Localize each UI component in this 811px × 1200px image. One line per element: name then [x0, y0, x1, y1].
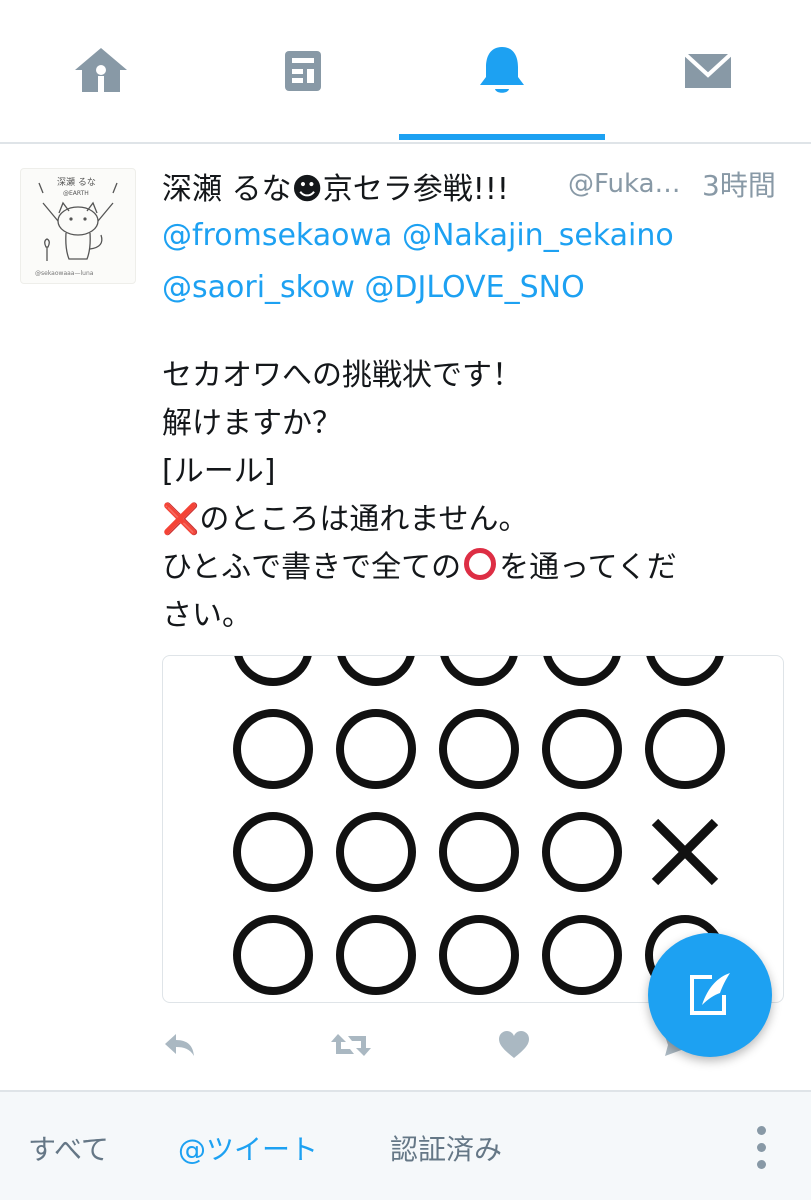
filter-all[interactable]: すべて — [28, 1128, 109, 1168]
compose-tweet-icon — [690, 973, 730, 1015]
svg-text:@EARTH: @EARTH — [63, 190, 89, 197]
mention-link[interactable]: @fromsekaowa — [162, 218, 392, 253]
tweet-text-segment: を通ってくだ — [499, 550, 677, 585]
mention-link[interactable]: @DJLOVE_SNO — [364, 270, 584, 305]
more-vertical-icon[interactable] — [754, 1126, 770, 1170]
tab-home[interactable] — [0, 0, 202, 142]
open-circle — [336, 709, 416, 789]
tweet-text-line: さい。 — [162, 598, 252, 633]
open-circle — [336, 915, 416, 995]
open-circle — [542, 812, 622, 892]
mention-link[interactable]: @saori_skow — [162, 270, 355, 305]
tweet-text-segment: ひとふで書きで全ての — [162, 550, 462, 585]
open-circle — [646, 656, 724, 686]
open-circle — [542, 915, 622, 995]
open-circle — [439, 709, 519, 789]
notifications-screen: 深瀬 るな @EARTH @sekaowaaa—luna 深瀬 るな☻京セラ参戦… — [0, 0, 811, 1200]
blocked-cross — [651, 818, 719, 886]
open-circle — [542, 709, 622, 789]
tab-messages[interactable] — [605, 0, 811, 142]
open-circle — [234, 656, 312, 686]
retweet-icon[interactable] — [330, 1030, 372, 1060]
top-tab-bar — [0, 0, 811, 144]
tweet-timestamp: 3時間 — [702, 169, 776, 202]
envelope-icon — [683, 52, 733, 88]
bell-icon — [480, 47, 524, 93]
tab-moments[interactable] — [202, 0, 404, 142]
tweet-text-line: [ルール] — [162, 454, 276, 489]
svg-text:@sekaowaaa—luna: @sekaowaaa—luna — [35, 270, 94, 277]
tab-notifications[interactable] — [399, 0, 605, 142]
tweet-text-line: ひとふで書きで全ての を通ってくだ — [162, 544, 792, 592]
open-circle — [439, 812, 519, 892]
notification-filter-bar: すべて @ツイート 認証済み — [0, 1090, 811, 1200]
open-circle — [543, 656, 621, 686]
open-circle — [233, 812, 313, 892]
author-name[interactable]: 深瀬 るな☻京セラ参戦!!! — [162, 164, 509, 208]
filter-mentions[interactable]: @ツイート — [178, 1128, 318, 1168]
open-circle — [439, 915, 519, 995]
tweet-text-line: セカオワへの挑戦状です！ — [162, 358, 522, 393]
open-circle — [645, 709, 725, 789]
tweet-text-segment: のところは通れません。 — [199, 502, 529, 537]
tweet-text-line: ❌のところは通れません。 — [162, 496, 792, 544]
open-circle — [336, 812, 416, 892]
open-circle — [337, 656, 415, 686]
tweet-text: セカオワへの挑戦状です！ 解けますか？ [ルール] ❌のところは通れません。 ひ… — [162, 352, 792, 640]
author-avatar[interactable]: 深瀬 るな @EARTH @sekaowaaa—luna — [20, 168, 136, 284]
cat-avatar-drawing: 深瀬 るな @EARTH @sekaowaaa—luna — [35, 176, 118, 277]
reply-icon[interactable] — [162, 1030, 198, 1060]
cross-mark-emoji: ❌ — [162, 502, 200, 537]
tweet-header: 深瀬 るな☻京セラ参戦!!! @Fuka… 3時間 — [162, 162, 792, 208]
compose-tweet-button[interactable] — [648, 933, 772, 1057]
like-icon[interactable] — [498, 1030, 530, 1060]
author-handle[interactable]: @Fuka… — [568, 169, 681, 199]
svg-text:深瀬 るな: 深瀬 るな — [57, 176, 96, 188]
mention-link[interactable]: @Nakajin_sekaino — [402, 218, 674, 253]
filter-verified[interactable]: 認証済み — [390, 1128, 502, 1168]
mention-list: @fromsekaowa @Nakajin_sekaino @saori_sko… — [162, 210, 792, 314]
open-circle — [440, 656, 518, 686]
moments-icon — [285, 51, 321, 91]
red-circle-emoji — [464, 548, 497, 580]
open-circle — [233, 709, 313, 789]
home-icon — [75, 48, 127, 92]
tweet-text-line: 解けますか？ — [162, 406, 342, 441]
active-tab-indicator — [399, 134, 605, 140]
open-circle — [233, 915, 313, 995]
